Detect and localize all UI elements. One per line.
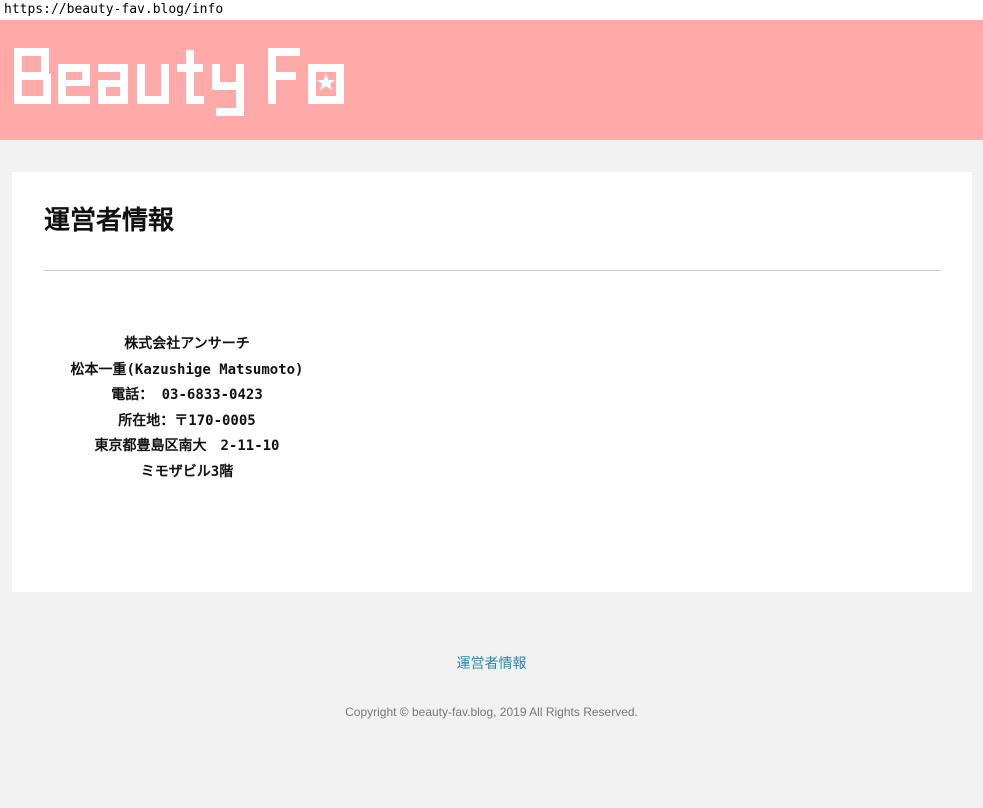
postal-code: 所在地：〒170-0005 (118, 412, 256, 429)
operator-info-image: 株式会社アンサーチ 松本一重(Kazushige Matsumoto) 電話： … (52, 332, 322, 485)
footer-link-operator-info[interactable]: 運営者情報 (0, 654, 983, 674)
operator-name: 松本一重(Kazushige Matsumoto) (70, 361, 304, 378)
phone-number: 電話： 03-6833-0423 (111, 387, 263, 403)
page-title: 運営者情報 (44, 206, 175, 236)
site-header (0, 20, 983, 140)
url-text: https://beauty-fav.blog/info (4, 2, 224, 17)
address: 東京都豊島区南大 2-11-10 (94, 438, 280, 454)
site-logo[interactable] (10, 42, 350, 118)
building: ミモザビル3階 (140, 463, 234, 480)
address-bar[interactable]: https://beauty-fav.blog/info (0, 0, 983, 20)
copyright-text: Copyright © beauty-fav.blog, 2019 All Ri… (345, 705, 638, 719)
company-name: 株式会社アンサーチ (124, 336, 250, 352)
content-card: 運営者情報 株式会社アンサーチ 松本一重(Kazushige Matsumoto… (12, 172, 972, 592)
title-divider (44, 270, 941, 271)
